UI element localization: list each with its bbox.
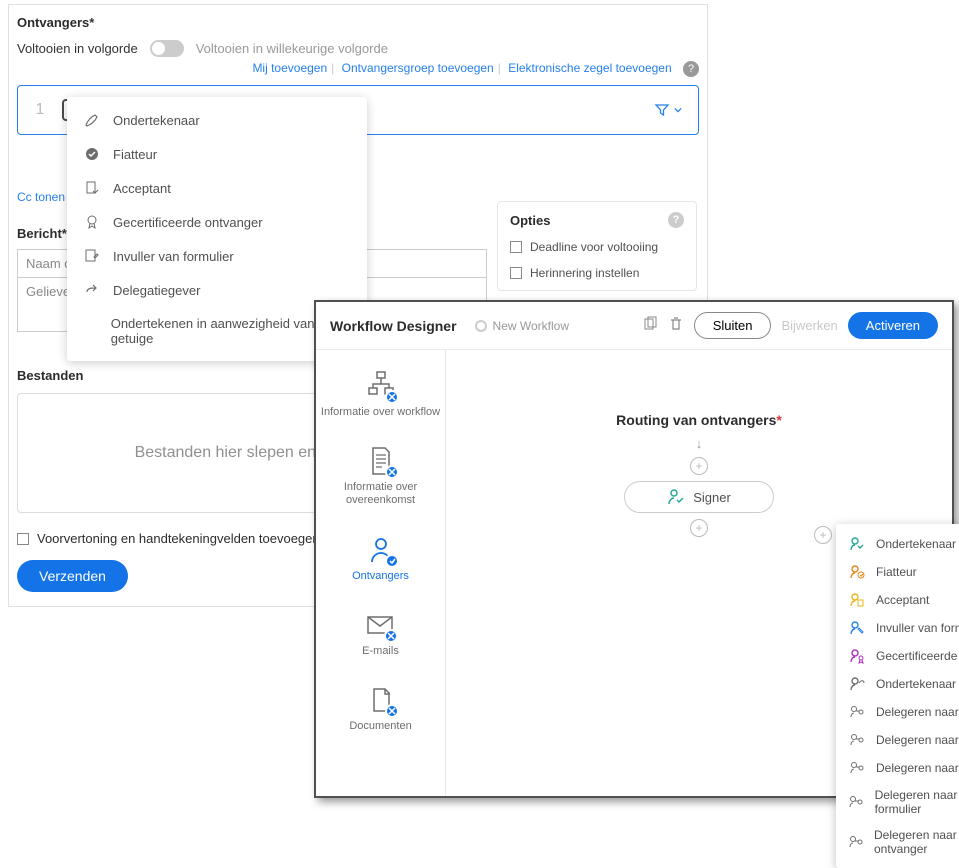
send-button[interactable]: Verzenden bbox=[17, 560, 128, 592]
add-recipient-group-link[interactable]: Ontvangersgroep toevoegen bbox=[342, 61, 494, 75]
filter-icon bbox=[654, 102, 670, 118]
trash-icon[interactable] bbox=[668, 316, 684, 335]
person-delegate-icon bbox=[848, 834, 864, 850]
documents-icon bbox=[365, 684, 397, 716]
flow-arrow-icon: ↓ bbox=[466, 436, 932, 451]
person-delegate-icon bbox=[848, 794, 865, 810]
add-recipient-above-button[interactable]: + bbox=[690, 457, 708, 475]
help-icon[interactable]: ? bbox=[668, 212, 684, 228]
status-dot-icon bbox=[475, 320, 487, 332]
complete-any-order-label: Voltooien in willekeurige volgorde bbox=[196, 41, 388, 56]
person-delegate-icon bbox=[848, 760, 866, 776]
document-icon bbox=[365, 445, 397, 477]
person-cert-icon bbox=[848, 648, 866, 664]
checkbox-icon[interactable] bbox=[510, 267, 522, 279]
role-option-signer[interactable]: Ondertekenaar bbox=[67, 103, 367, 137]
arrow-forward-icon bbox=[83, 282, 101, 298]
person-form-icon bbox=[848, 620, 866, 636]
sidebar-item-agreement-info[interactable]: Informatie over overeenkomst bbox=[316, 445, 445, 507]
envelope-icon bbox=[364, 609, 396, 641]
check-circle-icon bbox=[83, 146, 101, 162]
add-me-link[interactable]: Mij toevoegen bbox=[252, 61, 327, 75]
workflow-designer-panel: Workflow Designer New Workflow Sluiten B… bbox=[314, 300, 954, 798]
role-signer[interactable]: Ondertekenaar bbox=[836, 530, 959, 558]
role-option-acceptor[interactable]: Acceptant bbox=[67, 171, 367, 205]
sidebar-item-documents[interactable]: Documenten bbox=[349, 684, 411, 733]
close-button[interactable]: Sluiten bbox=[694, 312, 772, 339]
role-delegate-acceptor[interactable]: Delegeren naar acceptant bbox=[836, 754, 959, 782]
person-witness-icon bbox=[848, 676, 866, 692]
authentication-dropdown[interactable] bbox=[654, 102, 682, 118]
person-delegate-icon bbox=[848, 732, 866, 748]
duplicate-icon[interactable] bbox=[642, 316, 658, 335]
role-witness[interactable]: Ondertekenaar met getuige bbox=[836, 670, 959, 698]
options-panel: Opties ? Deadline voor voltooiing Herinn… bbox=[497, 201, 697, 291]
role-option-filler[interactable]: Invuller van formulier bbox=[67, 239, 367, 273]
checkbox-icon[interactable] bbox=[17, 533, 29, 545]
workflow-canvas: Routing van ontvangers* ↓ + Signer + + O… bbox=[446, 350, 952, 796]
options-title: Opties ? bbox=[510, 212, 684, 228]
order-toggle[interactable] bbox=[150, 40, 184, 57]
document-check-icon bbox=[83, 180, 101, 196]
workflow-sidebar: Informatie over workflow Informatie over… bbox=[316, 350, 446, 796]
workflow-name-field[interactable]: New Workflow bbox=[475, 319, 642, 333]
recipient-index: 1 bbox=[18, 101, 62, 119]
routing-title: Routing van ontvangers* bbox=[466, 412, 932, 428]
activate-button[interactable]: Activeren bbox=[848, 312, 938, 339]
signer-node[interactable]: Signer bbox=[624, 481, 774, 513]
role-option-approver[interactable]: Fiatteur bbox=[67, 137, 367, 171]
complete-in-order-label: Voltooien in volgorde bbox=[17, 41, 138, 56]
recipients-label: Ontvangers* bbox=[17, 15, 699, 30]
checkbox-icon[interactable] bbox=[510, 241, 522, 253]
option-reminder[interactable]: Herinnering instellen bbox=[510, 266, 684, 280]
chevron-down-icon bbox=[674, 106, 682, 114]
add-seal-link[interactable]: Elektronische zegel toevoegen bbox=[508, 61, 671, 75]
role-filler[interactable]: Invuller van formulier bbox=[836, 614, 959, 642]
form-edit-icon bbox=[83, 248, 101, 264]
add-recipient-right-button[interactable]: + bbox=[814, 526, 832, 544]
workflow-title: Workflow Designer bbox=[330, 318, 457, 334]
sidebar-item-recipients[interactable]: Ontvangers bbox=[352, 534, 409, 583]
add-recipient-below-button[interactable]: + bbox=[690, 519, 708, 537]
person-accept-icon bbox=[848, 592, 866, 608]
role-acceptor[interactable]: Acceptant bbox=[836, 586, 959, 614]
sidebar-item-workflow-info[interactable]: Informatie over workflow bbox=[321, 370, 440, 419]
update-button: Bijwerken bbox=[781, 318, 837, 333]
role-delegate-approver[interactable]: Delegeren naar fiatteur bbox=[836, 726, 959, 754]
person-icon bbox=[848, 536, 866, 552]
person-approve-icon bbox=[848, 564, 866, 580]
workflow-actions: Sluiten Bijwerken Activeren bbox=[642, 312, 938, 339]
flowchart-icon bbox=[365, 370, 397, 402]
role-delegate-filler[interactable]: Delegeren naar invuller van formulier bbox=[836, 782, 959, 822]
role-option-certified[interactable]: Gecertificeerde ontvanger bbox=[67, 205, 367, 239]
order-toggle-row: Voltooien in volgorde Voltooien in wille… bbox=[17, 40, 699, 57]
person-delegate-icon bbox=[848, 704, 866, 720]
recipient-links: Mij toevoegen| Ontvangersgroep toevoegen… bbox=[17, 61, 699, 77]
person-icon bbox=[365, 534, 397, 566]
role-delegate-certified[interactable]: Delegeren naar gecertificeerde ontvanger bbox=[836, 822, 959, 862]
role-approver[interactable]: Fiatteur bbox=[836, 558, 959, 586]
role-delegate-signer[interactable]: Delegeren naar ondertekenaar bbox=[836, 698, 959, 726]
sidebar-item-emails[interactable]: E-mails bbox=[362, 609, 399, 658]
recipient-role-menu: Ondertekenaar Fiatteur Acceptant Invulle… bbox=[836, 524, 959, 868]
help-icon[interactable]: ? bbox=[683, 61, 699, 77]
option-deadline[interactable]: Deadline voor voltooiing bbox=[510, 240, 684, 254]
role-certified[interactable]: Gecertificeerde ontvanger bbox=[836, 642, 959, 670]
person-check-icon bbox=[667, 488, 685, 506]
pen-icon bbox=[83, 112, 101, 128]
workflow-header: Workflow Designer New Workflow Sluiten B… bbox=[316, 302, 952, 350]
ribbon-icon bbox=[83, 214, 101, 230]
